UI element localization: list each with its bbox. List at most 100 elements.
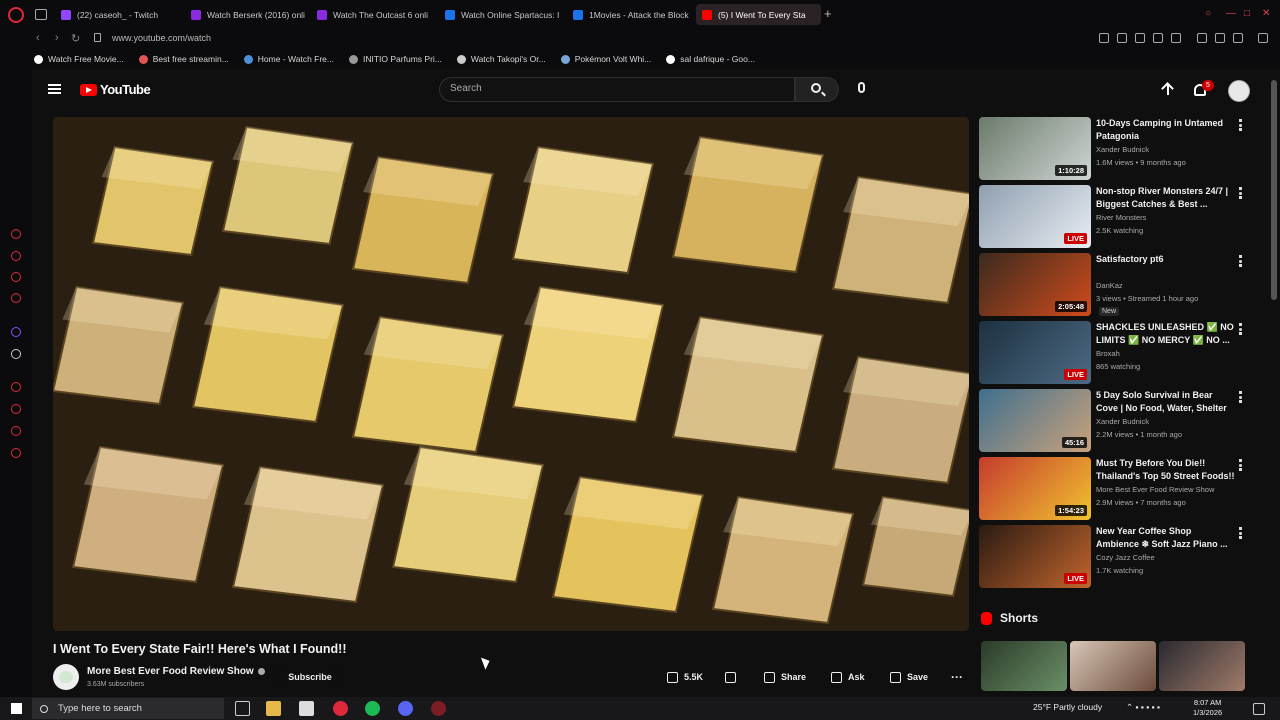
reload-icon[interactable]: ↻ — [71, 32, 80, 45]
wallet-icon[interactable] — [1197, 33, 1207, 43]
short-thumbnail[interactable] — [981, 641, 1067, 691]
video-thumbnail[interactable]: 2:05:48 — [979, 253, 1091, 316]
minimize-button[interactable]: — — [1226, 8, 1236, 19]
recommendation-item[interactable]: LIVE New Year Coffee Shop Ambience ❄ Soft… — [979, 525, 1251, 589]
recommendation-title[interactable]: 10-Days Camping in Untamed Patagonia — [1096, 117, 1236, 143]
create-icon[interactable] — [1162, 83, 1174, 97]
tab-3[interactable]: Watch Online Spartacus: I — [439, 4, 564, 25]
short-thumbnail[interactable] — [1070, 641, 1156, 691]
weather-status[interactable]: 25°F Partly cloudy — [1033, 702, 1102, 712]
sidebar-bag-icon[interactable] — [11, 251, 21, 261]
recommendation-item[interactable]: 45:16 5 Day Solo Survival in Bear Cove | … — [979, 389, 1251, 453]
recommendation-title[interactable]: Must Try Before You Die!! Thailand's Top… — [1096, 457, 1236, 483]
video-player[interactable] — [53, 117, 969, 631]
notification-center-icon[interactable] — [1253, 703, 1265, 715]
tab-2[interactable]: Watch The Outcast 6 onli — [311, 4, 436, 25]
voice-search-icon[interactable] — [858, 82, 865, 93]
player-icon[interactable] — [1153, 33, 1163, 43]
save-button[interactable]: Save — [890, 666, 928, 688]
account-avatar[interactable] — [1228, 80, 1250, 102]
recommendation-title[interactable]: 5 Day Solo Survival in Bear Cove | No Fo… — [1096, 389, 1236, 415]
search-tabs-icon[interactable]: ○ — [1205, 8, 1211, 19]
download-icon[interactable] — [1215, 33, 1225, 43]
youtube-logo[interactable]: YouTube — [80, 82, 151, 97]
sidebar-extensions-icon[interactable] — [11, 426, 21, 436]
share-button[interactable]: Share — [764, 666, 806, 688]
store-icon[interactable] — [299, 701, 314, 716]
recommendation-channel[interactable]: Broxah — [1096, 349, 1120, 358]
task-view-icon[interactable] — [235, 701, 250, 716]
recommendation-item[interactable]: 1:10:28 10-Days Camping in Untamed Patago… — [979, 117, 1251, 181]
more-options-icon[interactable] — [1239, 527, 1242, 539]
more-options-icon[interactable] — [1239, 119, 1242, 131]
video-thumbnail[interactable]: 45:16 — [979, 389, 1091, 452]
sidebar-player-icon[interactable] — [11, 293, 21, 303]
workspaces-icon[interactable] — [35, 9, 47, 20]
search-input[interactable]: Search — [439, 77, 795, 102]
tab-5[interactable]: (5) I Went To Every Sta — [696, 4, 821, 25]
spotify-icon[interactable] — [365, 701, 380, 716]
recommendation-title[interactable]: New Year Coffee Shop Ambience ❄ Soft Jaz… — [1096, 525, 1236, 551]
video-thumbnail[interactable]: LIVE — [979, 321, 1091, 384]
system-clock[interactable]: 8:07 AM 1/3/2026 — [1193, 698, 1222, 718]
page-scrollbar[interactable] — [1271, 80, 1277, 300]
bookmark-item[interactable]: INITIO Parfums Pri... — [349, 54, 442, 64]
recommendation-channel[interactable]: DanKaz — [1096, 281, 1123, 290]
heart-icon[interactable] — [1171, 33, 1181, 43]
recommendation-channel[interactable]: Cozy Jazz Coffee — [1096, 553, 1155, 562]
ask-button[interactable]: Ask — [831, 666, 865, 688]
recommendation-channel[interactable]: River Monsters — [1096, 213, 1146, 222]
video-thumbnail[interactable]: 1:10:28 — [979, 117, 1091, 180]
sidebar-clock-icon[interactable] — [11, 404, 21, 414]
back-icon[interactable]: ‹ — [36, 32, 40, 44]
recommendation-channel[interactable]: Xander Budnick — [1096, 145, 1149, 154]
recommendation-channel[interactable]: More Best Ever Food Review Show — [1096, 485, 1214, 494]
more-options-icon[interactable] — [1239, 323, 1242, 335]
bookmark-item[interactable]: Pokémon Volt Whi... — [560, 54, 651, 64]
maximize-button[interactable]: □ — [1244, 8, 1250, 19]
more-options-icon[interactable] — [1239, 459, 1242, 471]
opera-icon[interactable] — [333, 701, 348, 716]
tray-icons[interactable]: ⌃ ▪ ▪ ▪ ▪ ▪ — [1126, 702, 1160, 713]
sidebar-history-icon[interactable] — [11, 229, 21, 239]
sidebar-twitch-icon[interactable] — [11, 327, 21, 337]
more-options-icon[interactable] — [1239, 187, 1242, 199]
like-button[interactable]: 5.5K — [667, 666, 703, 688]
sidebar-x-icon[interactable] — [11, 349, 21, 359]
taskbar-search-input[interactable]: Type here to search — [32, 698, 224, 719]
close-window-button[interactable]: ✕ — [1262, 8, 1270, 19]
channel-name[interactable]: More Best Ever Food Review Show — [87, 666, 265, 677]
bookmark-item[interactable]: Best free streamin... — [138, 54, 229, 64]
bookmark-item[interactable]: Watch Free Movie... — [34, 54, 124, 64]
start-icon[interactable] — [11, 703, 22, 714]
video-thumbnail[interactable]: LIVE — [979, 185, 1091, 248]
recommendation-item[interactable]: LIVE Non-stop River Monsters 24/7 | Bigge… — [979, 185, 1251, 249]
tab-4[interactable]: 1Movies - Attack the Block — [567, 4, 692, 25]
recommendation-title[interactable]: SHACKLES UNLEASHED ✅ NO LIMITS ✅ NO MERC… — [1096, 321, 1236, 347]
recommendation-title[interactable]: Non-stop River Monsters 24/7 | Biggest C… — [1096, 185, 1236, 211]
channel-avatar[interactable] — [53, 664, 79, 690]
more-actions-button[interactable]: ··· — [951, 666, 963, 688]
forward-icon[interactable]: › — [55, 32, 59, 44]
dislike-button[interactable] — [725, 666, 736, 688]
sidebar-settings-icon[interactable] — [11, 448, 21, 458]
tab-0[interactable]: (22) caseoh_ - Twitch — [55, 4, 180, 25]
new-tab-button[interactable]: + — [824, 6, 832, 21]
bookmark-item[interactable]: Home - Watch Fre... — [243, 54, 334, 64]
bookmark-icon[interactable] — [1099, 33, 1109, 43]
more-options-icon[interactable] — [1239, 391, 1242, 403]
shield-icon[interactable] — [1135, 33, 1145, 43]
discord-icon[interactable] — [398, 701, 413, 716]
url-field[interactable]: www.youtube.com/watch — [112, 33, 211, 43]
recommendation-item[interactable]: 2:05:48 Satisfactory pt6 DanKaz 3 views • S… — [979, 253, 1251, 317]
screenshot-icon[interactable] — [1117, 33, 1127, 43]
recommendation-title[interactable]: Satisfactory pt6 — [1096, 253, 1236, 266]
video-thumbnail[interactable]: LIVE — [979, 525, 1091, 588]
file-explorer-icon[interactable] — [266, 701, 281, 716]
menu-icon[interactable] — [1258, 33, 1268, 43]
recommendation-channel[interactable]: Xander Budnick — [1096, 417, 1149, 426]
search-button[interactable] — [795, 77, 839, 102]
browser-logo-icon[interactable] — [8, 7, 24, 23]
bookmark-item[interactable]: Watch Takopi's Or... — [456, 54, 546, 64]
opera-gx-icon[interactable] — [431, 701, 446, 716]
